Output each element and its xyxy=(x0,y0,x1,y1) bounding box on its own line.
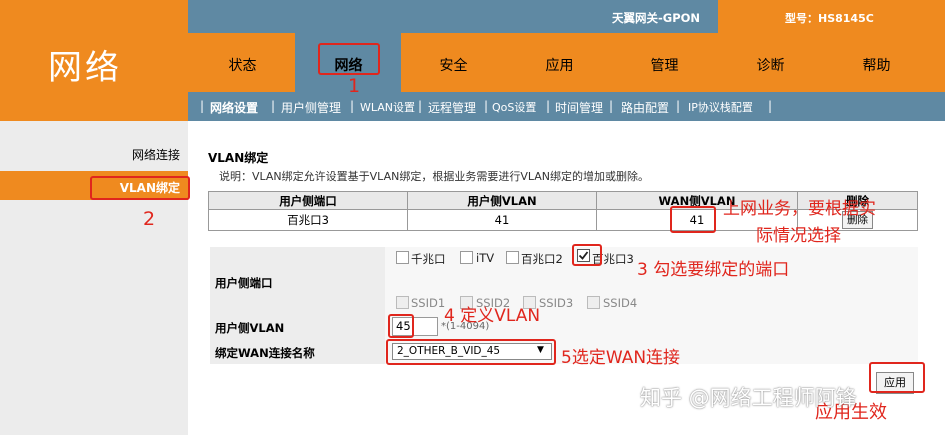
checkbox-gigabit-port[interactable] xyxy=(396,251,409,264)
page-description: 说明：VLAN绑定允许设置基于VLAN绑定，根据业务需要进行VLAN绑定的增加或… xyxy=(219,170,649,183)
subnav-remote-mgmt[interactable]: 远程管理 xyxy=(428,99,476,116)
subnav-separator: | xyxy=(200,99,205,113)
page-title: VLAN绑定 xyxy=(208,151,269,165)
sidebar-item-network-connection[interactable]: 网络连接 xyxy=(132,146,180,163)
annotation-box-wan-select xyxy=(386,339,556,365)
subnav-separator: | xyxy=(484,99,489,113)
model-label: 型号：HS8145C xyxy=(785,12,874,25)
cell-user-vlan: 41 xyxy=(407,209,597,231)
checkbox-ssid4 xyxy=(587,296,600,309)
subnav-wlan-settings[interactable]: WLAN设置 xyxy=(360,99,415,115)
col-header-user-port: 用户侧端口 xyxy=(208,191,408,210)
annotation-box-network-tab xyxy=(318,43,380,75)
subnav-separator: | xyxy=(676,99,681,113)
product-name: 天翼网关-GPON xyxy=(612,11,701,25)
subnav-separator: | xyxy=(546,99,551,113)
subnav-separator: | xyxy=(350,99,355,113)
tab-security[interactable]: 安全 xyxy=(401,55,506,75)
annotation-box-vlan-input xyxy=(388,314,414,338)
checkbox-label: SSID4 xyxy=(603,296,638,310)
checkbox-label: 千兆口 xyxy=(411,252,446,266)
annotation-box-vlan-binding xyxy=(90,176,190,200)
tab-diagnostics[interactable]: 诊断 xyxy=(718,55,823,75)
checkbox-label: 百兆口2 xyxy=(521,252,563,266)
brand-title: 网络 xyxy=(48,48,122,88)
annotation-wan-note-1: 上网业务，要根据实 xyxy=(723,199,876,219)
annotation-box-apply xyxy=(869,362,925,393)
cell-user-port: 百兆口3 xyxy=(208,209,408,231)
annotation-step4: 4 定义VLAN xyxy=(444,306,541,326)
checkbox-itv-port[interactable] xyxy=(460,251,473,264)
subnav-separator: | xyxy=(609,99,614,113)
annotation-step5: 5选定WAN连接 xyxy=(561,348,681,368)
annotation-box-port3 xyxy=(572,244,602,266)
subnav-separator: | xyxy=(271,99,276,113)
subnav-separator: | xyxy=(418,99,423,113)
checkbox-label: SSID1 xyxy=(411,296,446,310)
subnav-qos-settings[interactable]: QoS设置 xyxy=(492,99,536,115)
annotation-wan-note-2: 际情况选择 xyxy=(756,226,841,246)
watermark: 知乎 @网络工程师阿锋 xyxy=(640,386,857,410)
checkbox-label: SSID3 xyxy=(539,296,574,310)
checkbox-ssid1 xyxy=(396,296,409,309)
annotation-step1: 1 xyxy=(348,75,361,97)
tab-status[interactable]: 状态 xyxy=(190,55,295,75)
annotation-step3: 3 勾选要绑定的端口 xyxy=(637,260,790,280)
subnav-user-side-mgmt[interactable]: 用户侧管理 xyxy=(281,99,341,116)
annotation-box-wan-vlan xyxy=(670,206,716,233)
tab-management[interactable]: 管理 xyxy=(612,55,717,75)
checkbox-label: iTV xyxy=(476,251,495,265)
subnav-time-mgmt[interactable]: 时间管理 xyxy=(555,99,603,116)
vlan-label: 用户侧VLAN xyxy=(215,321,285,335)
tab-help[interactable]: 帮助 xyxy=(824,55,929,75)
subnav-ip-stack-config[interactable]: IP协议栈配置 xyxy=(688,99,753,115)
sidebar: 网络连接 xyxy=(0,121,188,435)
tab-application[interactable]: 应用 xyxy=(507,55,612,75)
subnav-separator: | xyxy=(768,99,773,113)
subnav-route-config[interactable]: 路由配置 xyxy=(621,99,669,116)
annotation-step2: 2 xyxy=(143,208,156,230)
port-label: 用户侧端口 xyxy=(215,276,273,290)
checkbox-fe-port2[interactable] xyxy=(506,251,519,264)
subnav-network-settings[interactable]: 网络设置 xyxy=(210,99,258,116)
col-header-user-vlan: 用户侧VLAN xyxy=(407,191,597,210)
wan-label: 绑定WAN连接名称 xyxy=(215,346,315,360)
